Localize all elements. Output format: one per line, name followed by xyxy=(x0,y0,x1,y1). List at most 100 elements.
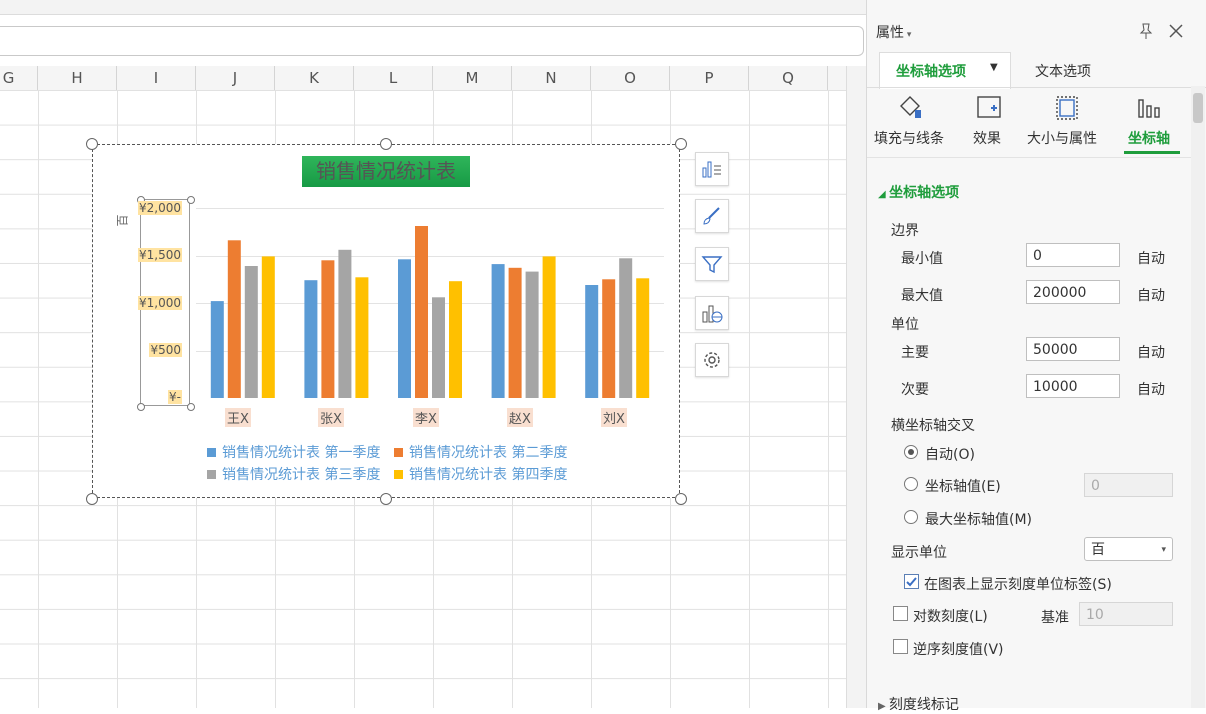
base-input[interactable]: 10 xyxy=(1079,602,1173,626)
subtab-fill-line[interactable]: 填充与线条 xyxy=(874,128,944,148)
tab-text-options[interactable]: 文本选项 xyxy=(1035,61,1091,81)
sheet-scrollbar[interactable] xyxy=(846,66,867,708)
radio-max-axis-value[interactable] xyxy=(904,510,918,524)
legend-item[interactable]: 销售情况统计表 第一季度 xyxy=(207,442,380,462)
bar[interactable] xyxy=(338,249,352,398)
axis-handle[interactable] xyxy=(137,403,145,411)
column-header-h[interactable]: H xyxy=(38,66,117,90)
resize-handle-tr[interactable] xyxy=(675,138,687,150)
tab-axis-options[interactable]: 坐标轴选项 ▼ xyxy=(879,52,1011,89)
bar[interactable] xyxy=(227,240,241,398)
chevron-down-icon: ▼ xyxy=(990,62,998,73)
reverse-order-checkbox[interactable] xyxy=(893,639,908,654)
radio-auto[interactable] xyxy=(904,445,918,459)
legend-item[interactable]: 销售情况统计表 第四季度 xyxy=(394,464,567,484)
radio-axis-value-label[interactable]: 坐标轴值(E) xyxy=(925,476,1001,496)
section-axis-options[interactable]: ◢ 坐标轴选项 xyxy=(878,182,959,202)
axis-handle[interactable] xyxy=(187,403,195,411)
online-chart-button[interactable] xyxy=(695,296,729,330)
max-auto-button[interactable]: 自动 xyxy=(1137,285,1165,305)
subtab-size-properties[interactable]: 大小与属性 xyxy=(1027,128,1097,148)
bar[interactable] xyxy=(491,264,505,398)
chart-styles-button[interactable] xyxy=(695,199,729,233)
bar[interactable] xyxy=(321,260,335,398)
reverse-order-label[interactable]: 逆序刻度值(V) xyxy=(913,639,1004,659)
resize-handle-br[interactable] xyxy=(675,493,687,505)
display-unit-select[interactable]: 百 ▾ xyxy=(1084,537,1173,561)
chart-settings-button[interactable] xyxy=(695,343,729,377)
column-header-j[interactable]: J xyxy=(196,66,275,90)
column-header-p[interactable]: P xyxy=(670,66,749,90)
chevron-down-icon: ▾ xyxy=(1161,545,1166,555)
min-value-input[interactable]: 0 xyxy=(1026,243,1120,267)
radio-max-axis-value-label[interactable]: 最大坐标轴值(M) xyxy=(925,509,1032,529)
resize-handle-bl[interactable] xyxy=(86,493,98,505)
axis-handle[interactable] xyxy=(187,196,195,204)
panel-title[interactable]: 属性 ▾ xyxy=(876,22,911,42)
resize-handle-t[interactable] xyxy=(380,138,392,150)
radio-auto-label[interactable]: 自动(O) xyxy=(925,444,975,464)
chart-filter-button[interactable] xyxy=(695,247,729,281)
bar[interactable] xyxy=(398,259,411,398)
min-auto-button[interactable]: 自动 xyxy=(1137,248,1165,268)
bar[interactable] xyxy=(355,277,369,398)
bar[interactable] xyxy=(542,256,556,398)
panel-scrollbar-thumb[interactable] xyxy=(1193,93,1203,123)
y-tick-label: ¥500 xyxy=(149,343,182,357)
gear-icon xyxy=(704,352,720,368)
column-header-o[interactable]: O xyxy=(591,66,670,90)
plot-area[interactable] xyxy=(196,208,664,398)
bar[interactable] xyxy=(602,279,616,398)
minor-unit-input[interactable]: 10000 xyxy=(1026,374,1120,398)
bar[interactable] xyxy=(415,226,428,398)
bar[interactable] xyxy=(304,280,318,398)
resize-handle-b[interactable] xyxy=(380,493,392,505)
column-header-m[interactable]: M xyxy=(433,66,512,90)
fill-line-icon[interactable] xyxy=(897,94,925,122)
column-header-n[interactable]: N xyxy=(512,66,591,90)
bar[interactable] xyxy=(585,285,599,398)
bar[interactable] xyxy=(525,271,539,398)
major-label: 主要 xyxy=(901,345,929,361)
major-unit-input[interactable]: 50000 xyxy=(1026,337,1120,361)
close-icon[interactable] xyxy=(1168,23,1184,39)
column-header-q[interactable]: Q xyxy=(749,66,828,90)
radio-axis-value[interactable] xyxy=(904,477,918,491)
legend-item[interactable]: 销售情况统计表 第二季度 xyxy=(394,442,567,462)
log-scale-label[interactable]: 对数刻度(L) xyxy=(913,606,988,626)
bar[interactable] xyxy=(432,297,445,398)
axis-value-input[interactable]: 0 xyxy=(1084,473,1173,497)
display-unit-label[interactable]: 百 xyxy=(114,214,131,226)
panel-scrollbar[interactable] xyxy=(1191,86,1205,708)
log-scale-checkbox[interactable] xyxy=(893,606,908,621)
chart-title[interactable]: 销售情况统计表 xyxy=(302,156,470,187)
pin-icon[interactable] xyxy=(1137,22,1155,40)
resize-handle-tl[interactable] xyxy=(86,138,98,150)
max-value-input[interactable]: 200000 xyxy=(1026,280,1120,304)
legend-item[interactable]: 销售情况统计表 第三季度 xyxy=(207,464,380,484)
axis-icon[interactable] xyxy=(1136,94,1164,122)
bar[interactable] xyxy=(244,266,258,398)
bar[interactable] xyxy=(619,258,633,398)
column-header-l[interactable]: L xyxy=(354,66,433,90)
section-tick-marks[interactable]: ▶ 刻度线标记 xyxy=(878,694,959,714)
show-unit-label-checkbox[interactable] xyxy=(904,574,919,589)
bar[interactable] xyxy=(508,267,522,398)
bar[interactable] xyxy=(636,278,650,398)
subtab-effects[interactable]: 效果 xyxy=(973,128,1001,148)
show-unit-label-text[interactable]: 在图表上显示刻度单位标签(S) xyxy=(924,574,1112,594)
column-header-g[interactable]: G xyxy=(0,66,38,90)
major-auto-button[interactable]: 自动 xyxy=(1137,342,1165,362)
chart-elements-button[interactable] xyxy=(695,152,729,186)
bar[interactable] xyxy=(210,301,224,398)
checkmark-icon xyxy=(906,577,917,587)
formula-bar[interactable] xyxy=(0,26,864,56)
size-properties-icon[interactable] xyxy=(1053,94,1081,122)
subtab-axis[interactable]: 坐标轴 xyxy=(1128,128,1170,148)
effects-icon[interactable] xyxy=(975,94,1003,122)
bar[interactable] xyxy=(261,256,275,398)
column-header-i[interactable]: I xyxy=(117,66,196,90)
column-header-k[interactable]: K xyxy=(275,66,354,90)
bar[interactable] xyxy=(449,281,462,398)
minor-auto-button[interactable]: 自动 xyxy=(1137,379,1165,399)
